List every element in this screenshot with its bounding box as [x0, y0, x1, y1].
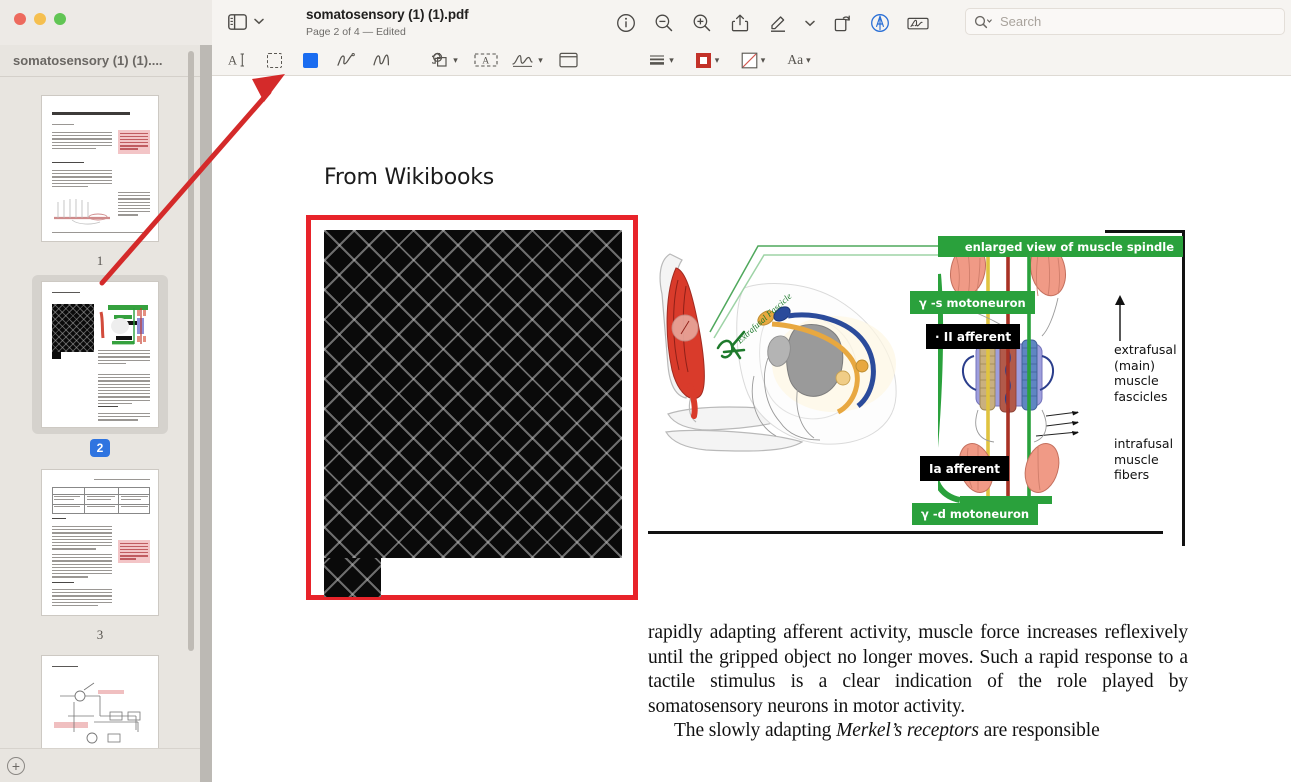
gamma-s-motoneuron-banner: γ -s motoneuron	[910, 291, 1035, 314]
sketch-tool[interactable]	[328, 45, 364, 76]
rectangular-selection-tool[interactable]	[256, 45, 292, 76]
extrafusal-arrow-icon	[1115, 295, 1125, 341]
line-style-chevron-down-icon[interactable]: ▾	[669, 55, 674, 66]
preview-window: somatosensory (1) (1).pdf Page 2 of 4 — …	[0, 0, 1291, 782]
svg-text:A: A	[482, 56, 489, 67]
signature-icon[interactable]	[899, 8, 937, 38]
sidebar-scrollbar[interactable]	[188, 51, 194, 651]
page-number-label: 2	[89, 439, 111, 457]
redaction-selection-tool[interactable]	[292, 45, 328, 76]
annotate-icon[interactable]	[861, 8, 899, 38]
font-tool[interactable]: Aa ▾	[776, 45, 822, 76]
document-view: From Wikibooks Extrafusal Fascicle enlar…	[212, 76, 1291, 782]
zoom-in-icon[interactable]	[683, 8, 721, 38]
document-body-text: rapidly adapting afferent activity, musc…	[648, 621, 1188, 744]
ii-afferent-banner: · II afferent	[926, 324, 1021, 349]
gamma-d-motoneuron-banner: γ -d motoneuron	[912, 503, 1039, 525]
page-title: somatosensory (1) (1).pdf	[306, 7, 469, 22]
intrafusal-label: intrafusal muscle fibers	[1114, 436, 1174, 482]
ia-afferent-banner: Ia afferent	[920, 456, 1010, 481]
pane-divider[interactable]	[200, 45, 212, 782]
thumbnail-page-3[interactable]: 3	[0, 463, 200, 643]
sidebar-footer: +	[0, 748, 200, 782]
titlebar-tools	[607, 8, 937, 38]
page-subtitle: Page 2 of 4 — Edited	[306, 26, 406, 38]
page-number-label: 1	[96, 253, 104, 268]
maximize-window-button[interactable]	[54, 13, 66, 25]
redacted-image-region-tail	[324, 558, 381, 597]
muscle-spindle-detail	[938, 240, 1079, 506]
border-color-chevron-down-icon[interactable]: ▾	[715, 55, 720, 66]
minimize-window-button[interactable]	[34, 13, 46, 25]
page-number-label: 3	[96, 627, 104, 642]
markup-toolbar: A ▾ A ▾ ▾ ▾ ▾ Aa ▾	[212, 45, 1291, 76]
dashed-rect-icon	[266, 52, 282, 68]
page-thumb-image-2	[42, 282, 158, 427]
window-controls[interactable]	[14, 13, 66, 25]
redacted-image-region[interactable]	[324, 230, 622, 558]
filled-rect-icon	[302, 52, 318, 68]
font-chevron-down-icon[interactable]: ▾	[806, 55, 811, 66]
share-icon[interactable]	[721, 8, 759, 38]
line-style-tool[interactable]: ▾	[638, 45, 684, 76]
svg-text:A: A	[228, 53, 237, 67]
shapes-chevron-down-icon[interactable]: ▾	[453, 55, 458, 66]
fill-color-tool[interactable]: ▾	[730, 45, 776, 76]
body-paragraph-1: rapidly adapting afferent activity, musc…	[648, 622, 1188, 717]
thumbnail-page-1[interactable]: 1	[0, 89, 200, 269]
signature-chevron-down-icon[interactable]: ▾	[538, 55, 543, 66]
note-tool[interactable]	[550, 45, 586, 76]
sidebar-chevron-down-icon[interactable]	[252, 14, 266, 28]
font-tool-label: Aa	[787, 52, 804, 67]
page-thumb-image-3	[42, 470, 158, 615]
search-field[interactable]: Search	[965, 8, 1285, 35]
extrafusal-label: extrafusal (main) muscle fascicles	[1114, 342, 1177, 404]
rotate-icon[interactable]	[823, 8, 861, 38]
muscle-spindle-figure: Extrafusal Fascicle enlarged view of mus…	[648, 228, 1185, 548]
body-paragraph-2-italic: Merkel’s receptors	[836, 720, 979, 742]
thumbnail-page-2[interactable]: 2	[0, 275, 200, 457]
body-paragraph-2-prefix: The slowly adapting	[674, 720, 837, 742]
signature-tool[interactable]: ▾	[504, 45, 550, 76]
body-paragraph-2-suffix: are responsible	[978, 720, 1100, 742]
close-window-button[interactable]	[14, 13, 26, 25]
text-selection-tool[interactable]: A	[220, 45, 256, 76]
border-color-tool[interactable]: ▾	[684, 45, 730, 76]
body-paragraph-2: The slowly adapting Merkel’s receptors a…	[648, 719, 1188, 744]
draw-tool[interactable]	[364, 45, 400, 76]
text-box-tool[interactable]: A	[468, 45, 504, 76]
search-placeholder: Search	[1000, 14, 1042, 29]
svg-text:Extrafusal Fascicle: Extrafusal Fascicle	[734, 291, 794, 346]
sidebar-toggle-icon[interactable]	[226, 11, 248, 33]
document-title-block: somatosensory (1) (1).pdf Page 2 of 4 — …	[306, 6, 469, 39]
document-heading: From Wikibooks	[324, 165, 495, 190]
thumbnail-sidebar: somatosensory (1) (1).... 1 2 3 +	[0, 45, 200, 782]
search-icon	[974, 15, 993, 29]
page-thumb-image-1	[42, 96, 158, 241]
shapes-tool[interactable]: ▾	[422, 45, 468, 76]
zoom-out-icon[interactable]	[645, 8, 683, 38]
plus-circle-icon[interactable]: +	[7, 756, 25, 775]
enlarged-view-banner: enlarged view of muscle spindle	[938, 236, 1183, 257]
thumbnail-list: 1 2 3	[0, 77, 200, 782]
info-icon[interactable]	[607, 8, 645, 38]
markup-pen-icon[interactable]	[759, 8, 797, 38]
sidebar-header-title: somatosensory (1) (1)....	[0, 45, 200, 77]
markup-chevron-down-icon[interactable]	[797, 8, 823, 38]
fill-color-chevron-down-icon[interactable]: ▾	[761, 55, 766, 66]
